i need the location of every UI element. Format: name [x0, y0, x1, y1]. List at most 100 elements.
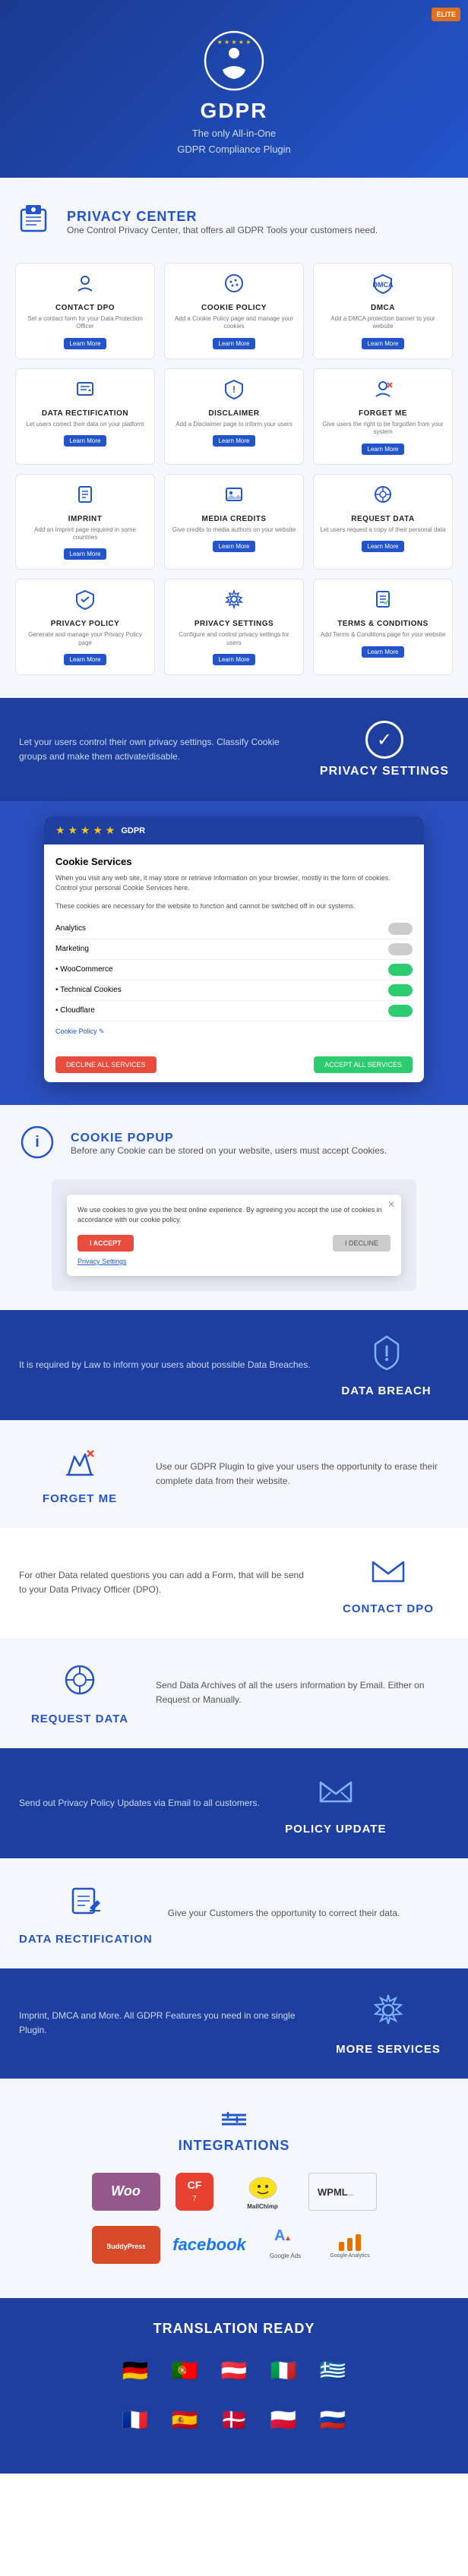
gdpr-icon: ★ ★ ★ ★ ★ — [204, 30, 264, 91]
elite-badge: ELITE — [432, 8, 460, 21]
facebook-text: facebook — [172, 2235, 246, 2255]
cs-title: Cookie Services — [55, 856, 413, 867]
pc-btn-3[interactable]: Learn More — [64, 435, 107, 447]
pc-btn-1[interactable]: Learn More — [213, 338, 256, 349]
pc-desc-11: Add Terms & Conditions page for your web… — [320, 631, 446, 639]
svg-text:...: ... — [348, 2189, 354, 2197]
cookie-popup-section: i COOKIE POPUP Before any Cookie can be … — [0, 1105, 468, 1310]
pc-desc-5: Give users the right to be forgotten fro… — [320, 421, 446, 437]
pc-item-media-credits: MEDIA CREDITS Give credits to media auth… — [164, 474, 304, 570]
pc-desc-7: Give credits to media authors on your we… — [171, 526, 297, 534]
pc-btn-11[interactable]: Learn More — [362, 646, 405, 658]
cs-gdpr-label: GDPR — [121, 826, 145, 835]
privacy-settings-title-block: ✓ PRIVACY SETTINGS — [320, 721, 449, 778]
pc-item-disclaimer: ! DISCLAIMER Add a Disclaimer page to in… — [164, 368, 304, 465]
cookie-policy-icon — [171, 273, 297, 299]
integrations-section: INTEGRATIONS Woo CF 7 MailChimp — [0, 2079, 468, 2298]
data-breach-title: DATA BREACH — [326, 1384, 447, 1397]
pc-title-10: PRIVACY SETTINGS — [171, 620, 297, 628]
pc-btn-6[interactable]: Learn More — [64, 548, 107, 560]
flag-at: 🇦🇹 — [215, 2352, 253, 2390]
flags-row-1: 🇩🇪 🇵🇹 🇦🇹 🇮🇹 🇬🇷 — [15, 2352, 453, 2390]
hero-title: GDPR — [15, 99, 453, 123]
pc-btn-10[interactable]: Learn More — [213, 654, 256, 665]
cs-toggle-cloudflare[interactable] — [388, 1005, 413, 1017]
pc-btn-0[interactable]: Learn More — [64, 338, 107, 349]
flag-de: 🇩🇪 — [116, 2352, 154, 2390]
data-rectification-section: DATA RECTIFICATION Give your Customers t… — [0, 1858, 468, 1968]
hero-description: GDPR Compliance Plugin — [15, 144, 453, 155]
cs-toggle-analytics[interactable] — [388, 923, 413, 935]
decline-all-btn[interactable]: DECLINE ALL SERVICES — [55, 1056, 157, 1073]
pc-btn-8[interactable]: Learn More — [362, 541, 405, 552]
more-services-text: Imprint, DMCA and More. All GDPR Feature… — [19, 2009, 312, 2038]
flag-it: 🇮🇹 — [264, 2352, 302, 2390]
integrations-icon — [19, 2101, 449, 2138]
facebook-logo: facebook — [172, 2226, 248, 2264]
cp-decline-button[interactable]: I DECLINE — [333, 1235, 391, 1252]
data-rect-title: DATA RECTIFICATION — [19, 1933, 153, 1946]
cs-toggle-woo[interactable] — [388, 964, 413, 976]
close-icon[interactable]: ✕ — [387, 1199, 395, 1210]
pc-title-4: DISCLAIMER — [171, 409, 297, 418]
pc-desc-1: Add a Cookie Policy page and manage your… — [171, 315, 297, 331]
pc-item-privacy-settings: PRIVACY SETTINGS Configure and control p… — [164, 579, 304, 675]
pc-item-contact-dpo: CONTACT DPO Set a contact form for your … — [15, 263, 155, 359]
disclaimer-icon: ! — [171, 378, 297, 405]
woo-logo: Woo — [92, 2173, 160, 2211]
buddypress-logo: BuddyPress — [92, 2226, 160, 2264]
policy-update-title-block: POLICY UPDATE — [275, 1771, 397, 1836]
pc-title-7: MEDIA CREDITS — [171, 515, 297, 523]
data-rect-desc: Give your Customers the opportunity to c… — [168, 1906, 400, 1921]
pc-item-dmca: DMCA DMCA Add a DMCA protection banner t… — [313, 263, 453, 359]
policy-update-text: Send out Privacy Policy Updates via Emai… — [19, 1796, 260, 1810]
cs-intro: When you visit any web site, it may stor… — [55, 873, 413, 892]
data-rect-icon — [22, 378, 148, 405]
privacy-settings-feature: Let your users control their own privacy… — [0, 698, 468, 801]
svg-text:i: i — [35, 1134, 40, 1151]
cp-accept-button[interactable]: I ACCEPT — [77, 1235, 134, 1252]
pc-desc-6: Add an Imprint page required in some cou… — [22, 526, 148, 542]
privacy-center-header: PRIVACY CENTER One Control Privacy Cente… — [15, 200, 453, 244]
contact-dpo-title: CONTACT DPO — [327, 1602, 449, 1615]
contact-dpo-section: For other Data related questions you can… — [0, 1528, 468, 1638]
pc-btn-4[interactable]: Learn More — [213, 435, 256, 447]
data-rect-icon-feat — [19, 1881, 153, 1927]
privacy-center-text: PRIVACY CENTER One Control Privacy Cente… — [67, 209, 378, 235]
cs-toggle-marketing[interactable] — [388, 943, 413, 955]
pc-btn-9[interactable]: Learn More — [64, 654, 107, 665]
flag-pl: 🇵🇱 — [264, 2401, 302, 2439]
cs-toggle-technical[interactable] — [388, 984, 413, 996]
mailchimp-text: MailChimp — [247, 2203, 277, 2210]
pc-btn-7[interactable]: Learn More — [213, 541, 256, 552]
integrations-logos-row1: Woo CF 7 MailChimp WPML ... — [19, 2169, 449, 2215]
wpml-logo: WPML ... — [308, 2173, 377, 2211]
data-rect-text: Give your Customers the opportunity to c… — [168, 1906, 400, 1921]
cookie-policy-link[interactable]: Cookie Policy ✎ — [55, 1021, 413, 1036]
cs-label-analytics: Analytics — [55, 924, 86, 933]
privacy-settings-desc: Let your users control their own privacy… — [19, 735, 305, 764]
cp-popup-modal: ✕ We use cookies to give you the best on… — [67, 1195, 401, 1276]
accept-all-btn[interactable]: ACCEPT ALL SERVICES — [314, 1056, 413, 1073]
pc-desc-9: Generate and manage your Privacy Policy … — [22, 631, 148, 647]
pc-desc-2: Add a DMCA protection banner to your web… — [320, 315, 446, 331]
contact-dpo-desc: For other Data related questions you can… — [19, 1568, 312, 1597]
cp-privacy-link[interactable]: Privacy Settings — [77, 1258, 391, 1265]
pc-btn-5[interactable]: Learn More — [362, 444, 405, 455]
cs-label-woo: • WooCommerce — [55, 965, 113, 974]
pc-desc-0: Set a contact form for your Data Protect… — [22, 315, 148, 331]
contact-dpo-title-block: CONTACT DPO — [327, 1551, 449, 1615]
cookie-screenshot-section: ★ ★ ★ ★ ★ GDPR Cookie Services When you … — [0, 801, 468, 1105]
privacy-center-title: PRIVACY CENTER — [67, 209, 378, 225]
pc-btn-2[interactable]: Learn More — [362, 338, 405, 349]
google-analytics-text: Google Analytics — [330, 2253, 369, 2259]
cs-label-cloudflare: • Cloudflare — [55, 1006, 95, 1015]
request-data-section: REQUEST DATA Send Data Archives of all t… — [0, 1638, 468, 1748]
translation-title: TRANSLATION READY — [15, 2321, 453, 2337]
privacy-center-desc: One Control Privacy Center, that offers … — [67, 225, 378, 235]
privacy-center-icon — [15, 200, 52, 244]
pc-item-privacy-policy: PRIVACY POLICY Generate and manage your … — [15, 579, 155, 675]
cf7-logo: CF 7 — [172, 2169, 217, 2215]
data-rect-title-block: DATA RECTIFICATION — [19, 1881, 153, 1946]
request-data-title: REQUEST DATA — [19, 1713, 141, 1725]
